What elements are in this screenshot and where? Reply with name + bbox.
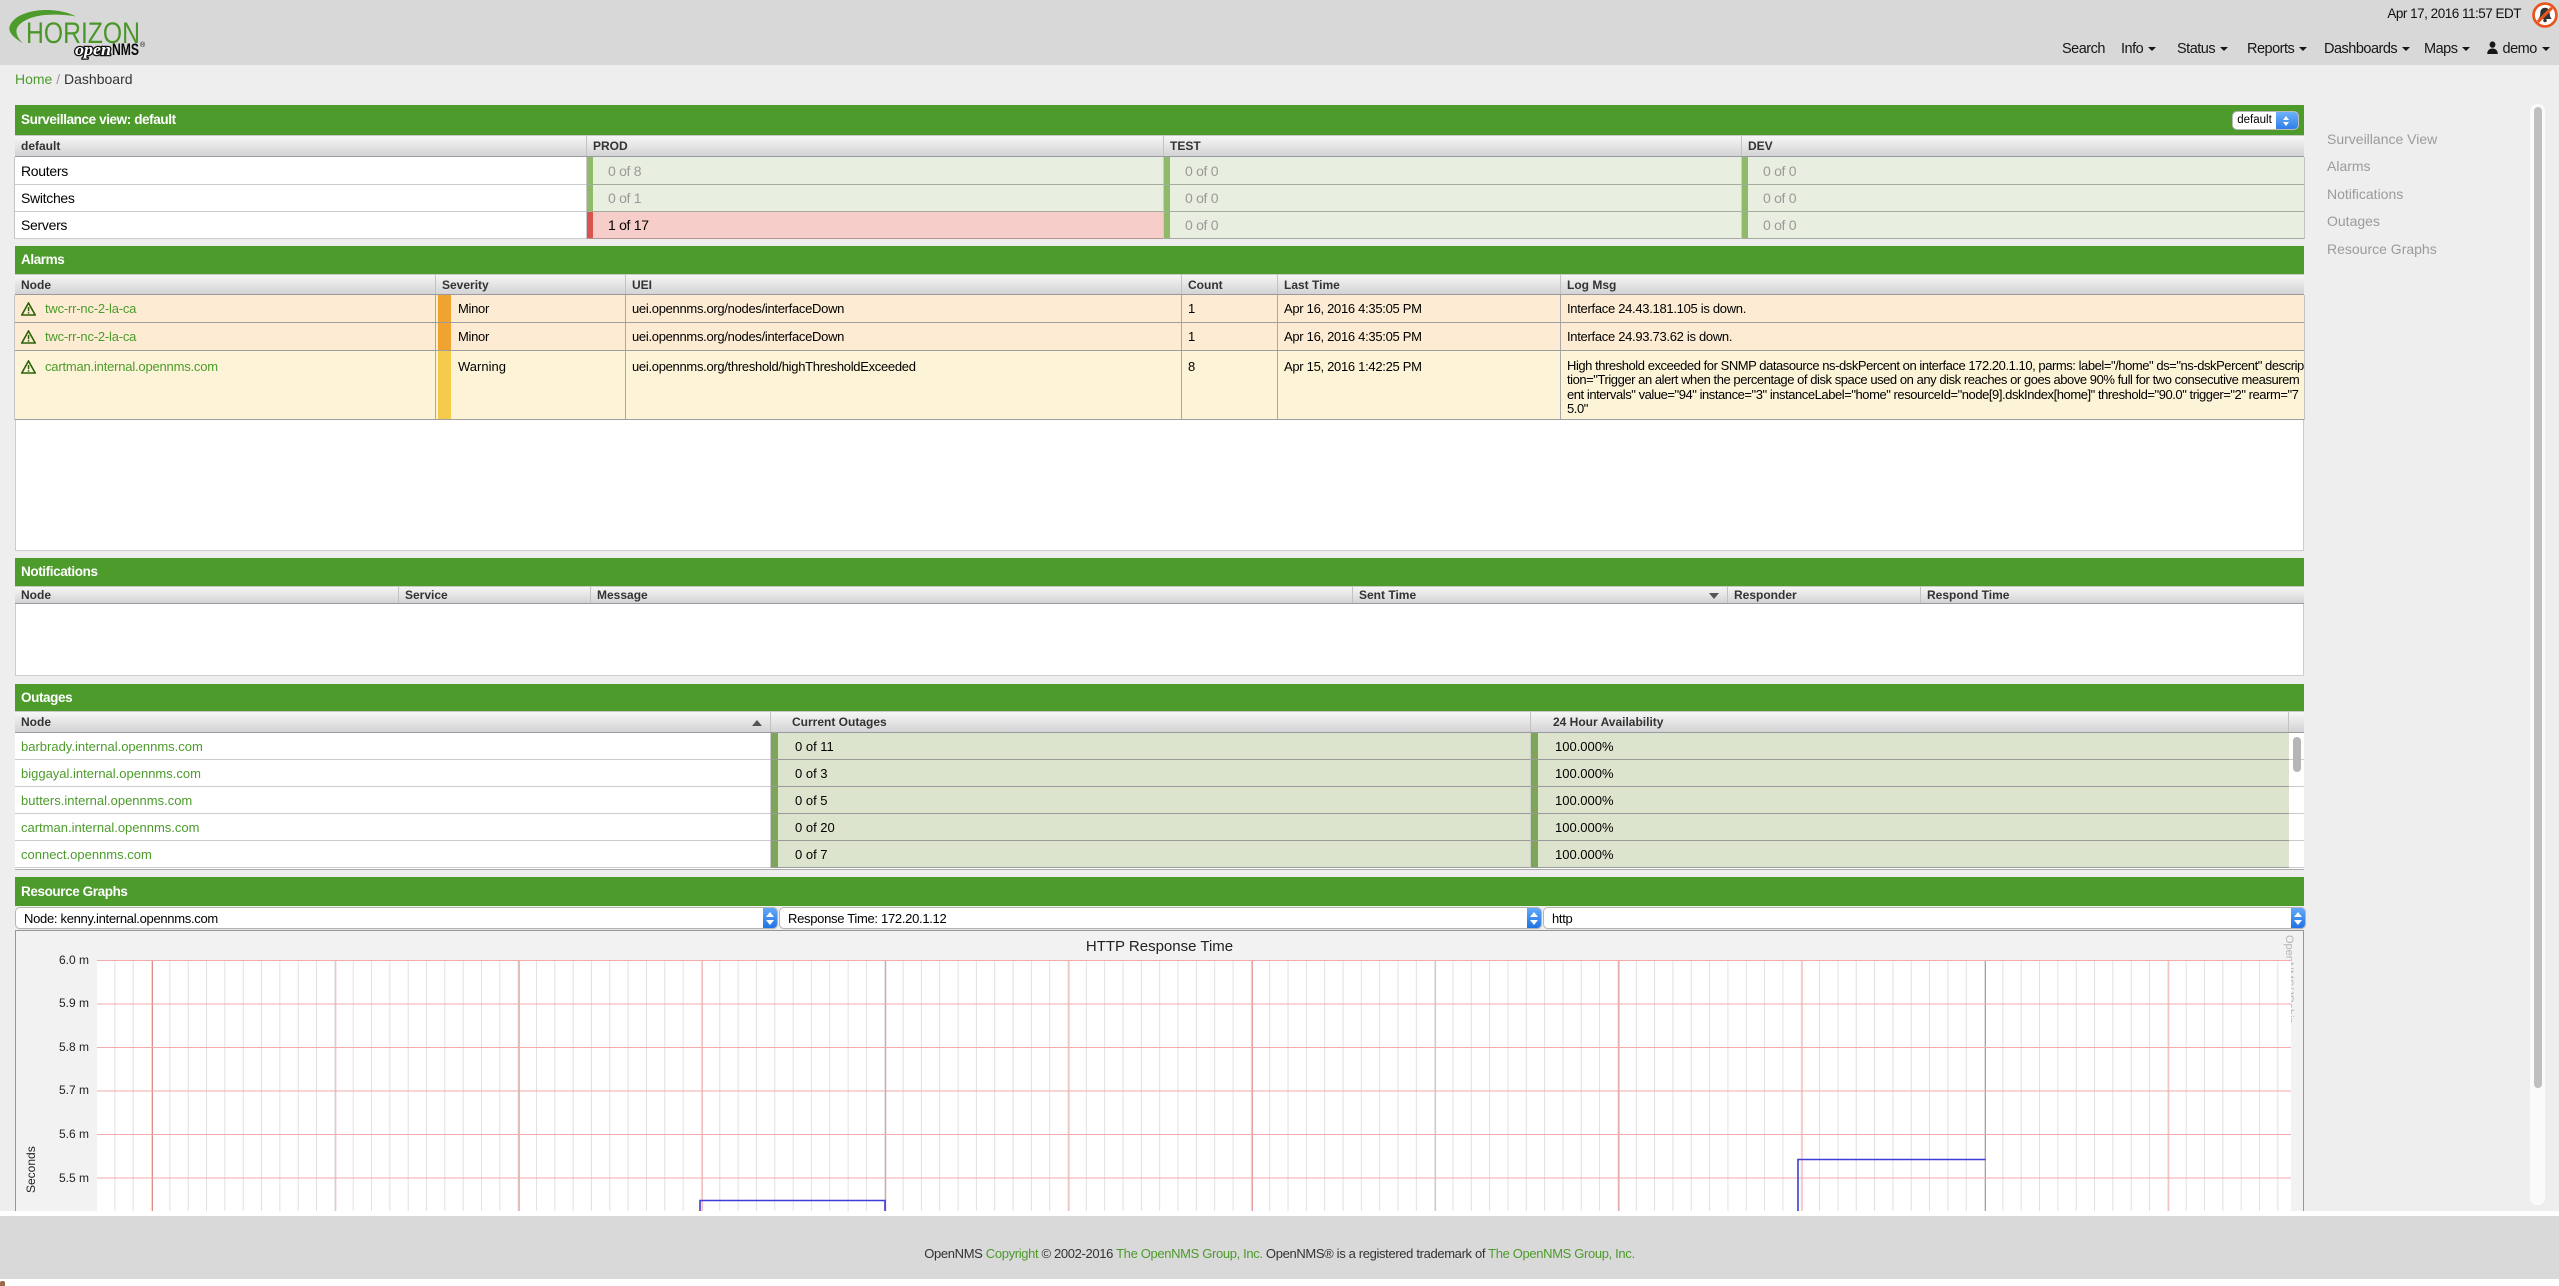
svg-text:®: ®	[140, 41, 146, 49]
svg-text:open: open	[75, 40, 111, 59]
svg-text:NMS: NMS	[112, 41, 139, 59]
